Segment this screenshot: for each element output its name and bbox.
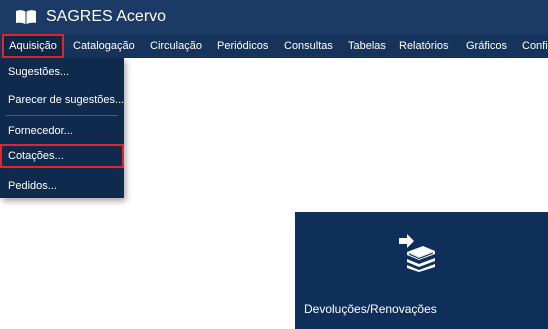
menu-tabelas[interactable]: Tabelas [348, 34, 386, 58]
devolucoes-renovacoes-tile[interactable]: Devoluções/Renovações [295, 212, 548, 329]
menu-aquisicao[interactable]: Aquisição [2, 34, 64, 58]
open-book-icon [16, 10, 36, 24]
menu-item-pedidos[interactable]: Pedidos... [0, 175, 124, 197]
title-bar: SAGRES Acervo [0, 0, 548, 34]
app-title: SAGRES Acervo [46, 8, 167, 25]
menu-graficos[interactable]: Gráficos [466, 34, 507, 58]
menu-periodicos[interactable]: Periódicos [217, 34, 268, 58]
menu-circulacao[interactable]: Circulação [150, 34, 202, 58]
menu-item-parecer-sugestoes[interactable]: Parecer de sugestões... [0, 89, 124, 111]
menu-item-sugestoes[interactable]: Sugestões... [0, 61, 124, 83]
menu-relatorios[interactable]: Relatórios [399, 34, 449, 58]
book-return-icon [399, 234, 435, 272]
menu-item-fornecedor[interactable]: Fornecedor... [0, 120, 124, 142]
tile-label: Devoluções/Renovações [304, 302, 437, 316]
menu-separator [6, 115, 118, 116]
menu-catalogacao[interactable]: Catalogação [73, 34, 135, 58]
aquisicao-dropdown-menu: Sugestões... Parecer de sugestões... For… [0, 58, 124, 198]
menu-consultas[interactable]: Consultas [284, 34, 333, 58]
menu-configuracoes[interactable]: Confi [522, 34, 548, 58]
menu-item-cotacoes[interactable]: Cotações... [0, 144, 124, 168]
main-menu-bar: Aquisição Catalogação Circulação Periódi… [0, 34, 548, 58]
